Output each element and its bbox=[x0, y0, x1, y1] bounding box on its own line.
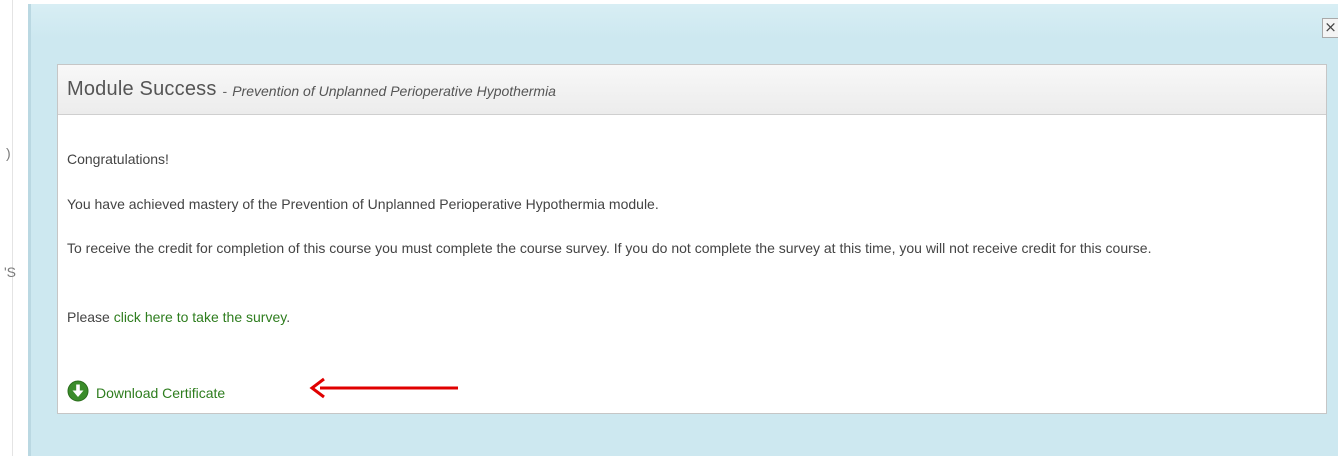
background-text-fragment: 'S bbox=[4, 264, 17, 280]
page: ) 'S × Module Success - Prevention of Un… bbox=[0, 0, 1338, 456]
panel-header: Module Success - Prevention of Unplanned… bbox=[58, 65, 1326, 115]
credit-notice-text: To receive the credit for completion of … bbox=[67, 240, 1152, 256]
download-certificate-label: Download Certificate bbox=[96, 385, 226, 401]
modal-titlebar bbox=[31, 4, 1338, 38]
congratulations-text: Congratulations! bbox=[67, 151, 169, 167]
survey-prefix: Please bbox=[67, 309, 114, 325]
close-icon: × bbox=[1324, 18, 1337, 36]
close-button[interactable]: × bbox=[1322, 18, 1338, 38]
annotation-arrow bbox=[309, 377, 458, 399]
module-name: Prevention of Unplanned Perioperative Hy… bbox=[232, 83, 556, 99]
survey-link[interactable]: click here to take the survey bbox=[114, 309, 286, 325]
title-separator: - bbox=[222, 83, 228, 99]
background-divider bbox=[12, 0, 13, 456]
background-text-fragment: ) bbox=[6, 145, 11, 161]
panel-title: Module Success bbox=[67, 78, 217, 100]
modal-dialog: × Module Success - Prevention of Unplann… bbox=[28, 4, 1338, 456]
module-success-panel: Module Success - Prevention of Unplanned… bbox=[57, 64, 1327, 414]
mastery-text: You have achieved mastery of the Prevent… bbox=[67, 196, 659, 212]
survey-suffix: . bbox=[286, 309, 291, 325]
download-certificate-link[interactable]: Download Certificate bbox=[67, 377, 225, 404]
survey-prompt: Please click here to take the survey. bbox=[67, 307, 1312, 328]
download-circle-icon bbox=[67, 380, 89, 401]
